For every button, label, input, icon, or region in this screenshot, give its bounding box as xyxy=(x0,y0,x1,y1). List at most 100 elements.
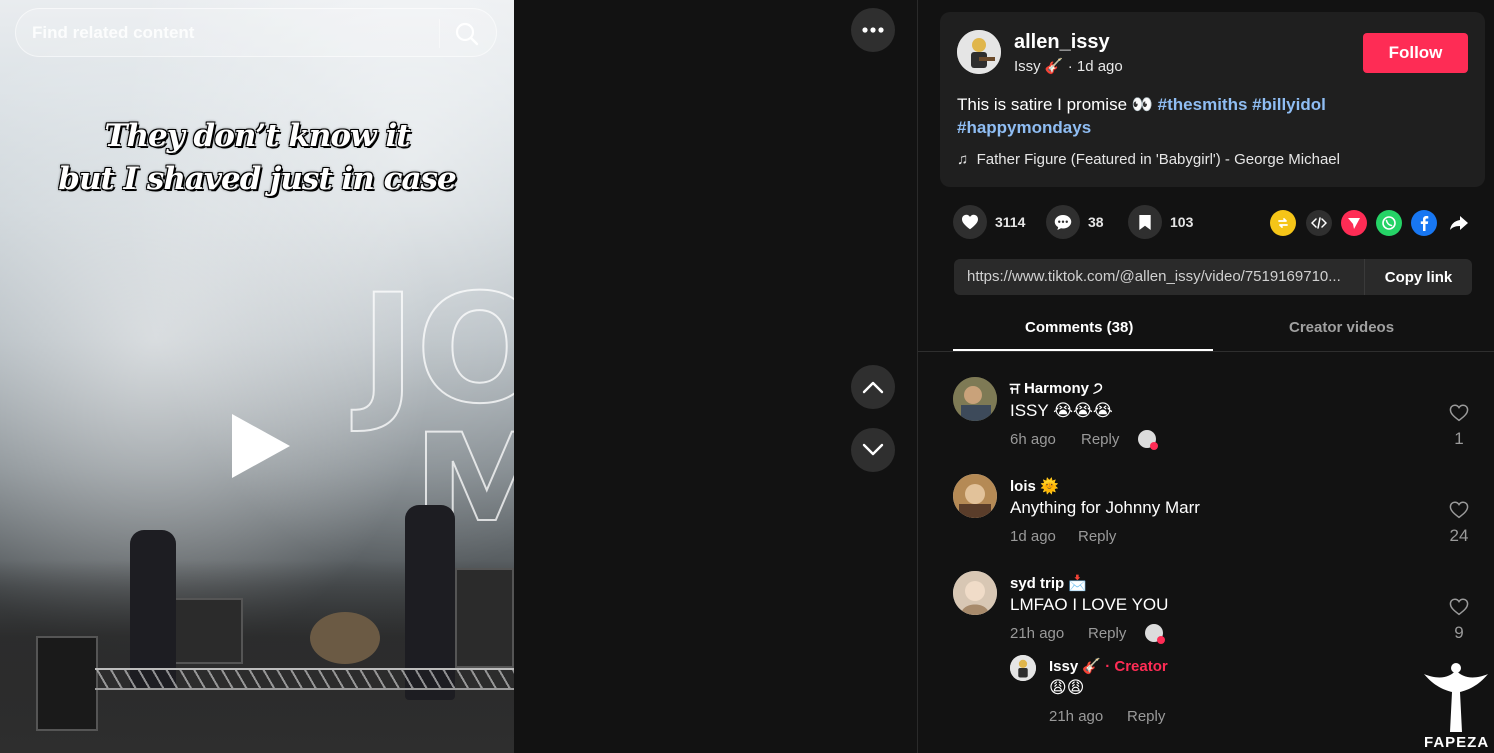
more-options-button[interactable] xyxy=(851,8,895,52)
comment-time: 6h ago xyxy=(1010,431,1056,448)
reply-author-name[interactable]: Issy 🎸 xyxy=(1049,658,1101,675)
previous-video-button[interactable] xyxy=(851,365,895,409)
save-action[interactable]: 103 xyxy=(1128,205,1193,239)
details-panel: allen_issy Issy 🎸 · 1d ago Follow This i… xyxy=(917,0,1494,753)
performer-figure xyxy=(130,530,176,690)
video-caption: They don’t know it but I shaved just in … xyxy=(0,115,514,201)
comment-action[interactable]: 38 xyxy=(1046,205,1104,239)
comment-like[interactable]: 1 xyxy=(1447,404,1471,449)
heart-badge-icon xyxy=(1157,636,1165,644)
music-link[interactable]: ♫ Father Figure (Featured in 'Babygirl')… xyxy=(957,151,1340,168)
creator-badge: · Creator xyxy=(1105,658,1168,675)
like-action[interactable]: 3114 xyxy=(953,205,1025,239)
video-url[interactable]: https://www.tiktok.com/@allen_issy/video… xyxy=(967,268,1362,285)
caption-line: but I shaved just in case xyxy=(58,161,456,197)
reply-author: Issy 🎸 · Creator xyxy=(1049,657,1168,675)
author-avatar[interactable] xyxy=(957,30,1001,74)
reply-button[interactable]: Reply xyxy=(1081,431,1119,448)
comment-like[interactable]: 24 xyxy=(1447,501,1471,546)
save-button[interactable] xyxy=(1128,205,1162,239)
repost-button[interactable] xyxy=(1270,210,1296,236)
heart-outline-icon xyxy=(1449,404,1469,422)
commenter-avatar[interactable] xyxy=(953,571,997,615)
comment-text: ISSY 😭😭😭 xyxy=(1010,401,1113,420)
commenter-name[interactable]: ਜ Harmony ੭ xyxy=(1010,380,1103,397)
tab-creator-videos[interactable]: Creator videos xyxy=(1289,319,1394,336)
commenter-name[interactable]: syd trip 📩 xyxy=(1010,574,1087,592)
more-share-button[interactable] xyxy=(1446,210,1472,236)
comment-text: LMFAO I LOVE YOU xyxy=(1010,595,1169,614)
save-count: 103 xyxy=(1170,214,1194,230)
hashtag[interactable]: #billyidol xyxy=(1252,95,1326,114)
send-icon xyxy=(1348,218,1360,229)
chevron-down-icon xyxy=(862,443,884,456)
avatar-image xyxy=(953,474,997,518)
embed-icon xyxy=(1311,217,1327,229)
description-text: This is satire I promise 👀 xyxy=(957,95,1153,114)
chevron-up-icon xyxy=(862,381,884,394)
heart-outline-icon xyxy=(1449,598,1469,616)
stage-truss xyxy=(95,668,514,690)
like-button[interactable] xyxy=(953,205,987,239)
comment-button[interactable] xyxy=(1046,205,1080,239)
follow-button[interactable]: Follow xyxy=(1363,33,1468,73)
creator-liked-avatar xyxy=(1138,430,1158,450)
hashtag[interactable]: #happymondays xyxy=(957,118,1091,137)
reply-author-avatar[interactable] xyxy=(1010,655,1036,681)
heart-badge-icon xyxy=(1150,442,1158,450)
watermark-text: FAPEZA xyxy=(1424,734,1490,751)
comment-like-count: 9 xyxy=(1454,623,1464,642)
reply-button[interactable]: Reply xyxy=(1078,528,1116,545)
repost-icon xyxy=(1278,218,1288,228)
commenter-avatar[interactable] xyxy=(953,377,997,421)
author-display-name: Issy 🎸 xyxy=(1014,58,1064,75)
search-button[interactable] xyxy=(451,19,483,48)
comment-like[interactable]: 9 xyxy=(1447,598,1471,643)
author-subline: Issy 🎸 · 1d ago xyxy=(1014,57,1123,75)
embed-button[interactable] xyxy=(1306,210,1332,236)
post-info-card: allen_issy Issy 🎸 · 1d ago Follow This i… xyxy=(940,12,1485,187)
avatar-image xyxy=(953,377,997,421)
post-description: This is satire I promise 👀 #thesmiths #b… xyxy=(957,93,1457,139)
share-link-box: https://www.tiktok.com/@allen_issy/video… xyxy=(954,259,1472,295)
caption-line: They don’t know it xyxy=(104,118,410,154)
play-icon[interactable] xyxy=(232,414,290,478)
search-divider xyxy=(439,19,440,48)
amplifier xyxy=(455,568,514,668)
creator-liked-avatar xyxy=(1145,624,1165,644)
video-player[interactable]: JO M They don’t know it but I shaved jus… xyxy=(0,0,514,753)
post-time: · 1d ago xyxy=(1067,58,1123,75)
comment-count: 38 xyxy=(1088,214,1104,230)
copy-link-button[interactable]: Copy link xyxy=(1364,259,1472,295)
reply-button[interactable]: Reply xyxy=(1127,708,1165,725)
tab-comments[interactable]: Comments (38) xyxy=(1025,319,1133,336)
avatar-image xyxy=(953,571,997,615)
music-title: Father Figure (Featured in 'Babygirl') -… xyxy=(976,151,1340,168)
author-username[interactable]: allen_issy xyxy=(1014,31,1110,54)
search-icon xyxy=(455,22,479,46)
music-icon: ♫ xyxy=(957,151,969,168)
more-icon xyxy=(862,27,884,33)
comment-time: 21h ago xyxy=(1010,625,1065,642)
avatar-image xyxy=(957,30,1001,74)
commenter-avatar[interactable] xyxy=(953,474,997,518)
search-bar xyxy=(15,8,497,57)
facebook-share-button[interactable] xyxy=(1411,210,1437,236)
comment-icon xyxy=(1054,214,1072,230)
reply-button[interactable]: Reply xyxy=(1088,625,1126,642)
comment-like-count: 1 xyxy=(1454,429,1464,448)
commenter-name[interactable]: lois 🌞 xyxy=(1010,477,1059,495)
search-input[interactable] xyxy=(32,21,432,45)
hashtag[interactable]: #thesmiths xyxy=(1158,95,1248,114)
panel-tabs: Comments (38) Creator videos xyxy=(918,309,1494,352)
next-video-button[interactable] xyxy=(851,428,895,472)
amplifier xyxy=(165,598,243,664)
send-to-friends-button[interactable] xyxy=(1341,210,1367,236)
drum-kit xyxy=(310,612,380,664)
whatsapp-share-button[interactable] xyxy=(1376,210,1402,236)
comment-time: 1d ago xyxy=(1010,528,1056,545)
app-root: JO M They don’t know it but I shaved jus… xyxy=(0,0,1494,753)
like-count: 3114 xyxy=(995,214,1026,230)
reply-time: 21h ago xyxy=(1049,708,1104,725)
heart-outline-icon xyxy=(1449,501,1469,519)
